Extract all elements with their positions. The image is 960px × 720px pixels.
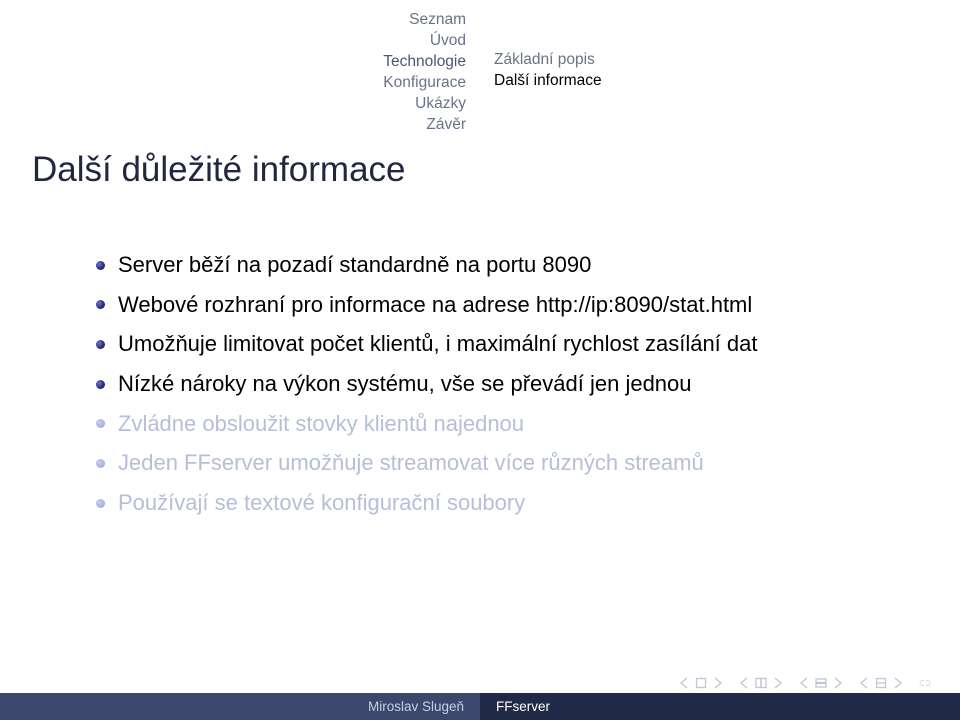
bullet-list: Server běží na pozadí standardně na port… — [92, 250, 890, 518]
nav-back-forward-icon[interactable] — [918, 676, 932, 690]
list-item: Webové rozhraní pro informace na adrese … — [92, 290, 890, 320]
nav-item[interactable]: Ukázky — [276, 94, 466, 115]
header-nav: Seznam Úvod Technologie Konfigurace Ukáz… — [0, 10, 960, 136]
nav-item[interactable]: Konfigurace — [276, 73, 466, 94]
nav-subsections: Základní popis Další informace — [494, 10, 684, 92]
footer-title: FFserver — [480, 693, 960, 720]
list-item-dim: Jeden FFserver umožňuje streamovat více … — [92, 448, 890, 478]
nav-item[interactable]: Seznam — [276, 10, 466, 31]
footer: Miroslav Slugeň FFserver — [0, 693, 960, 720]
nav-subitem[interactable]: Základní popis — [494, 50, 684, 71]
body: Server běží na pozadí standardně na port… — [92, 250, 890, 528]
list-item: Umožňuje limitovat počet klientů, i maxi… — [92, 329, 890, 359]
nav-sections: Seznam Úvod Technologie Konfigurace Ukáz… — [276, 10, 466, 136]
nav-subitem-current[interactable]: Další informace — [494, 71, 684, 92]
nav-frame-icon[interactable] — [738, 676, 784, 690]
list-item-dim: Používají se textové konfigurační soubor… — [92, 488, 890, 518]
footer-author: Miroslav Slugeň — [0, 693, 480, 720]
beamer-nav-symbols — [678, 676, 932, 690]
nav-item-active[interactable]: Technologie — [276, 52, 466, 73]
frame-title: Další důležité informace — [32, 150, 406, 190]
nav-item[interactable]: Úvod — [276, 31, 466, 52]
nav-section-icon[interactable] — [858, 676, 904, 690]
list-item: Server běží na pozadí standardně na port… — [92, 250, 890, 280]
list-item: Nízké nároky na výkon systému, vše se př… — [92, 369, 890, 399]
nav-item[interactable]: Závěr — [276, 115, 466, 136]
slide: Seznam Úvod Technologie Konfigurace Ukáz… — [0, 0, 960, 720]
nav-subsection-icon[interactable] — [798, 676, 844, 690]
nav-slide-icon[interactable] — [678, 676, 724, 690]
list-item-dim: Zvládne obsloužit stovky klientů najedno… — [92, 409, 890, 439]
